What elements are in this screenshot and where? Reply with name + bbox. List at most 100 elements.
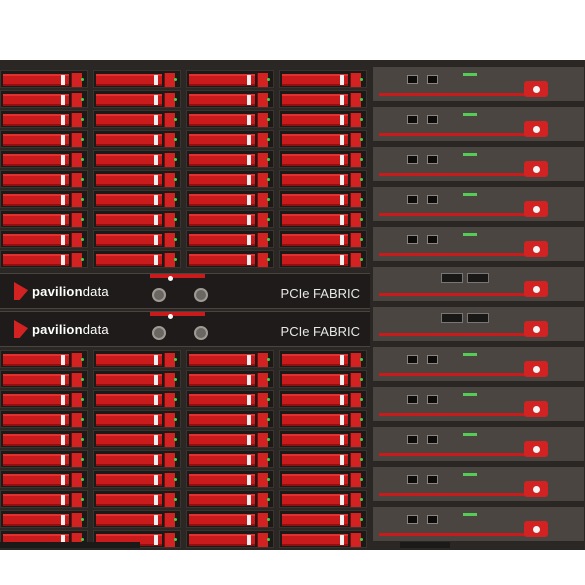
thumbscrew-icon[interactable] [194, 326, 208, 340]
nvme-drive-sled[interactable] [186, 430, 274, 448]
nvme-drive-sled[interactable] [0, 190, 88, 208]
rj45-port-icon[interactable] [427, 475, 438, 484]
nvme-drive-sled[interactable] [186, 170, 274, 188]
nvme-drive-sled[interactable] [279, 190, 367, 208]
nvme-drive-sled[interactable] [186, 410, 274, 428]
io-controller-module[interactable] [372, 66, 585, 102]
rj45-port-icon[interactable] [407, 115, 418, 124]
nvme-drive-sled[interactable] [0, 110, 88, 128]
nvme-drive-sled[interactable] [279, 430, 367, 448]
sfp-port-icon[interactable] [467, 313, 489, 323]
rj45-port-icon[interactable] [427, 435, 438, 444]
thumbscrew-icon[interactable] [194, 288, 208, 302]
nvme-drive-sled[interactable] [186, 130, 274, 148]
nvme-drive-sled[interactable] [93, 110, 181, 128]
nvme-drive-sled[interactable] [0, 490, 88, 508]
rj45-port-icon[interactable] [407, 355, 418, 364]
rj45-port-icon[interactable] [407, 515, 418, 524]
release-button-icon[interactable] [533, 126, 540, 133]
nvme-drive-sled[interactable] [186, 530, 274, 548]
nvme-drive-sled[interactable] [0, 370, 88, 388]
nvme-drive-sled[interactable] [93, 450, 181, 468]
nvme-drive-sled[interactable] [186, 230, 274, 248]
rj45-port-icon[interactable] [427, 235, 438, 244]
nvme-drive-sled[interactable] [186, 490, 274, 508]
rj45-port-icon[interactable] [427, 195, 438, 204]
rj45-port-icon[interactable] [407, 195, 418, 204]
nvme-drive-sled[interactable] [93, 350, 181, 368]
nvme-drive-sled[interactable] [186, 190, 274, 208]
io-controller-module[interactable] [372, 306, 585, 342]
nvme-drive-sled[interactable] [93, 370, 181, 388]
nvme-drive-sled[interactable] [93, 190, 181, 208]
nvme-drive-sled[interactable] [0, 470, 88, 488]
nvme-drive-sled[interactable] [186, 110, 274, 128]
nvme-drive-sled[interactable] [186, 70, 274, 88]
release-button-icon[interactable] [533, 246, 540, 253]
nvme-drive-sled[interactable] [93, 470, 181, 488]
release-button-icon[interactable] [533, 326, 540, 333]
nvme-drive-sled[interactable] [186, 350, 274, 368]
rj45-port-icon[interactable] [427, 515, 438, 524]
release-button-icon[interactable] [533, 526, 540, 533]
nvme-drive-sled[interactable] [93, 390, 181, 408]
rj45-port-icon[interactable] [427, 75, 438, 84]
io-controller-module[interactable] [372, 466, 585, 502]
nvme-drive-sled[interactable] [0, 90, 88, 108]
nvme-drive-sled[interactable] [186, 370, 274, 388]
release-button-icon[interactable] [533, 166, 540, 173]
nvme-drive-sled[interactable] [279, 350, 367, 368]
nvme-drive-sled[interactable] [279, 390, 367, 408]
rj45-port-icon[interactable] [407, 435, 418, 444]
nvme-drive-sled[interactable] [0, 170, 88, 188]
nvme-drive-sled[interactable] [186, 90, 274, 108]
rj45-port-icon[interactable] [407, 235, 418, 244]
nvme-drive-sled[interactable] [0, 450, 88, 468]
nvme-drive-sled[interactable] [186, 210, 274, 228]
nvme-drive-sled[interactable] [93, 170, 181, 188]
rj45-port-icon[interactable] [407, 75, 418, 84]
io-controller-module[interactable] [372, 226, 585, 262]
nvme-drive-sled[interactable] [186, 510, 274, 528]
nvme-drive-sled[interactable] [279, 490, 367, 508]
nvme-drive-sled[interactable] [186, 250, 274, 268]
nvme-drive-sled[interactable] [93, 130, 181, 148]
release-button-icon[interactable] [533, 486, 540, 493]
io-controller-module[interactable] [372, 506, 585, 542]
nvme-drive-sled[interactable] [0, 350, 88, 368]
nvme-drive-sled[interactable] [0, 130, 88, 148]
nvme-drive-sled[interactable] [0, 430, 88, 448]
nvme-drive-sled[interactable] [0, 250, 88, 268]
nvme-drive-sled[interactable] [279, 510, 367, 528]
nvme-drive-sled[interactable] [279, 230, 367, 248]
nvme-drive-sled[interactable] [93, 230, 181, 248]
nvme-drive-sled[interactable] [0, 230, 88, 248]
io-controller-module[interactable] [372, 186, 585, 222]
nvme-drive-sled[interactable] [93, 90, 181, 108]
io-controller-module[interactable] [372, 386, 585, 422]
nvme-drive-sled[interactable] [0, 210, 88, 228]
nvme-drive-sled[interactable] [186, 150, 274, 168]
sfp-port-icon[interactable] [441, 313, 463, 323]
nvme-drive-sled[interactable] [93, 70, 181, 88]
nvme-drive-sled[interactable] [0, 410, 88, 428]
nvme-drive-sled[interactable] [279, 170, 367, 188]
io-controller-module[interactable] [372, 106, 585, 142]
nvme-drive-sled[interactable] [279, 470, 367, 488]
nvme-drive-sled[interactable] [0, 70, 88, 88]
rj45-port-icon[interactable] [407, 395, 418, 404]
nvme-drive-sled[interactable] [93, 210, 181, 228]
nvme-drive-sled[interactable] [186, 470, 274, 488]
rj45-port-icon[interactable] [427, 395, 438, 404]
io-controller-module[interactable] [372, 346, 585, 382]
sfp-port-icon[interactable] [441, 273, 463, 283]
sfp-port-icon[interactable] [467, 273, 489, 283]
nvme-drive-sled[interactable] [93, 410, 181, 428]
rj45-port-icon[interactable] [427, 155, 438, 164]
rj45-port-icon[interactable] [427, 355, 438, 364]
nvme-drive-sled[interactable] [279, 370, 367, 388]
rj45-port-icon[interactable] [407, 475, 418, 484]
nvme-drive-sled[interactable] [93, 250, 181, 268]
rj45-port-icon[interactable] [427, 115, 438, 124]
io-controller-module[interactable] [372, 146, 585, 182]
